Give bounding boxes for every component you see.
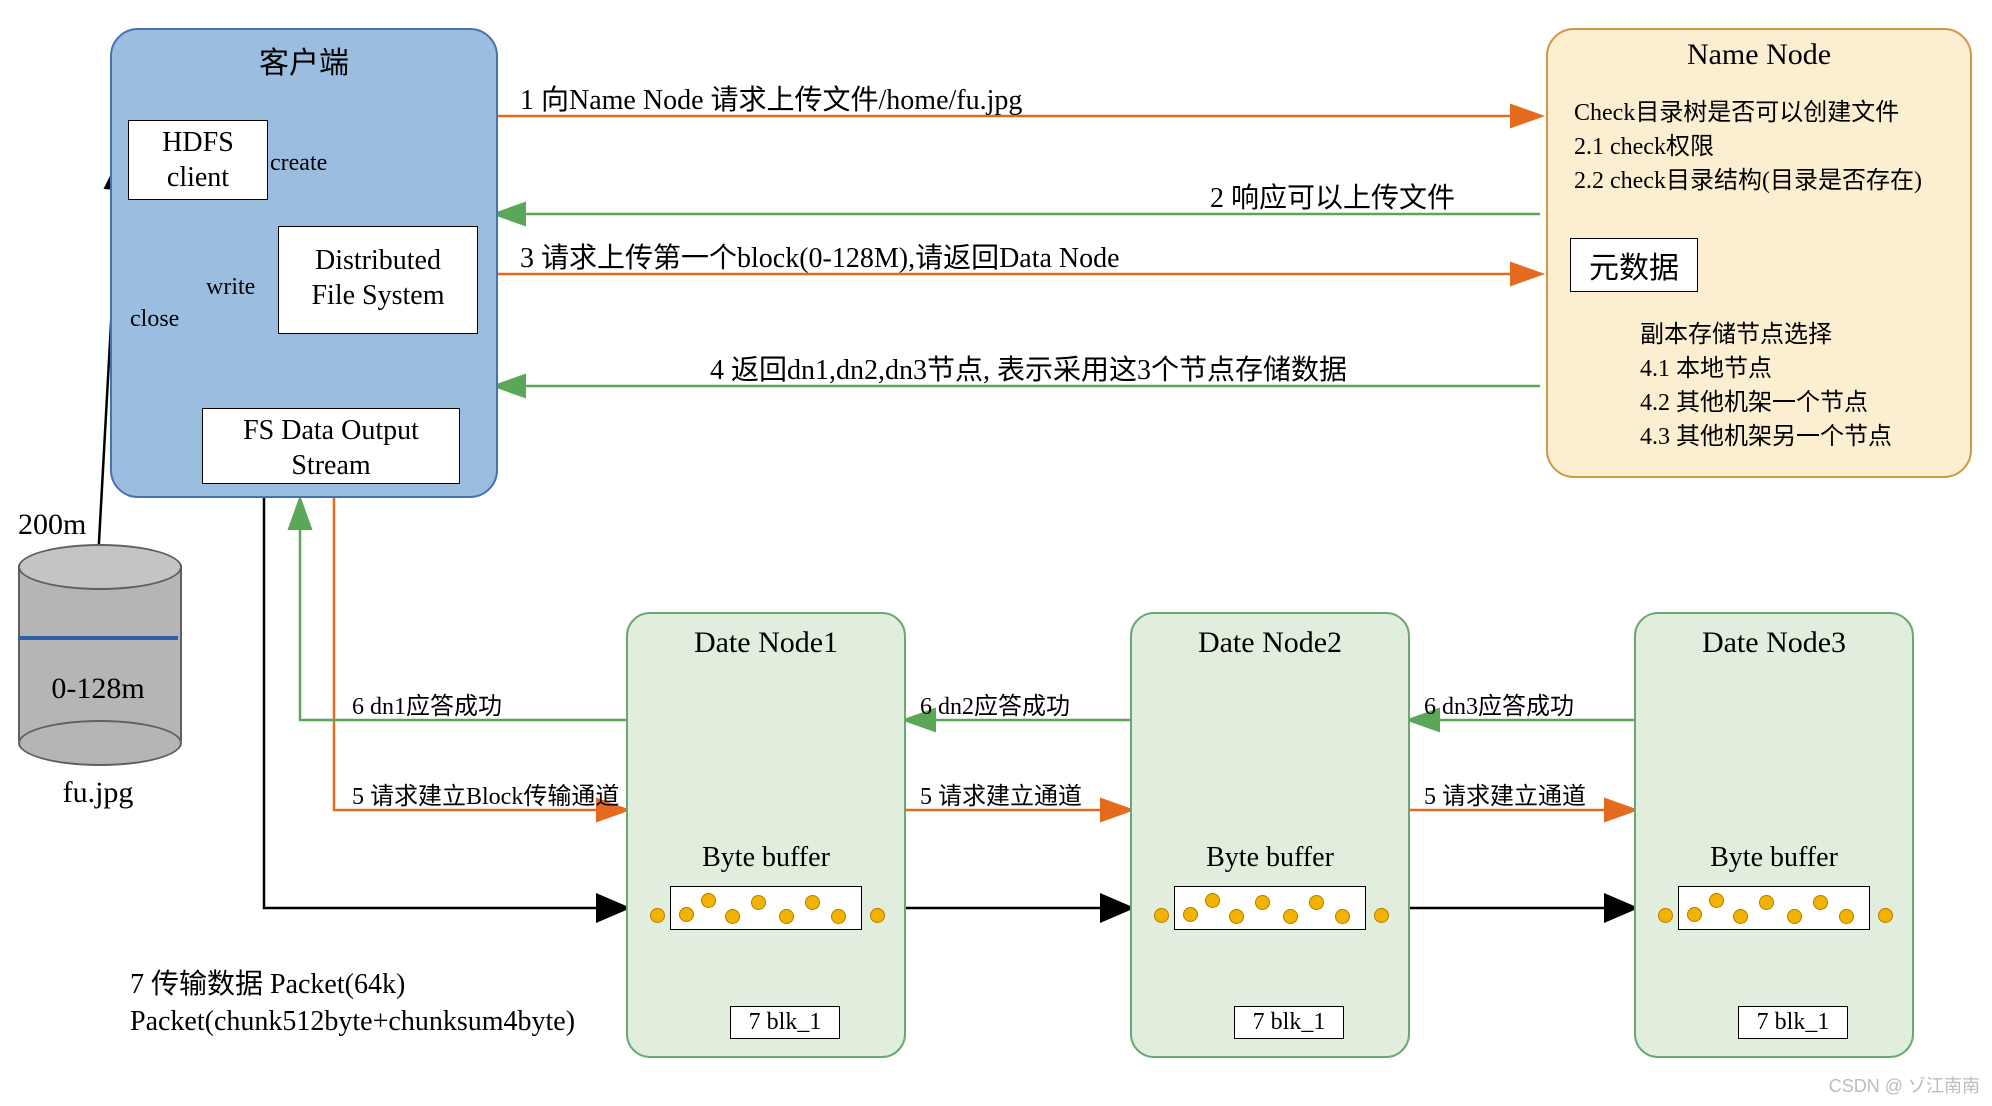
- dn3-title: Date Node3: [1634, 626, 1914, 660]
- step5-dn23-label: 5 请求建立通道: [1424, 776, 1586, 811]
- step2-label: 2 响应可以上传文件: [1210, 176, 1455, 216]
- name-node-title: Name Node: [1546, 38, 1972, 72]
- dfs-box: Distributed File System: [278, 226, 478, 334]
- dn3-blk: 7 blk_1: [1738, 1006, 1848, 1039]
- label-create: create: [270, 150, 327, 177]
- dn3-buffer-box: [1678, 886, 1870, 930]
- dn2-buffer-box: [1174, 886, 1366, 930]
- dn2-title: Date Node2: [1130, 626, 1410, 660]
- cylinder-body: [18, 565, 182, 741]
- nn-check-2: 2.2 check目录结构(目录是否存在): [1574, 160, 1922, 195]
- dn2-panel: [1130, 612, 1410, 1058]
- cylinder-range: 0-128m: [18, 672, 178, 706]
- step6-1-label: 6 dn1应答成功: [352, 686, 502, 721]
- step6-2-label: 6 dn2应答成功: [920, 686, 1070, 721]
- dn1-buffer-box: [670, 886, 862, 930]
- cylinder-size: 200m: [18, 508, 86, 542]
- nn-check-1: 2.1 check权限: [1574, 126, 1714, 161]
- step3-label: 3 请求上传第一个block(0-128M),请返回Data Node: [520, 236, 1120, 276]
- step7-sub: Packet(chunk512byte+chunksum4byte): [130, 1006, 575, 1038]
- step6-3-label: 6 dn3应答成功: [1424, 686, 1574, 721]
- cylinder-name: fu.jpg: [18, 776, 178, 810]
- hdfs-client-box: HDFS client: [128, 120, 268, 200]
- dn2-blk: 7 blk_1: [1234, 1006, 1344, 1039]
- watermark: CSDN @ ゾ江南南: [1829, 1072, 1980, 1098]
- dn3-panel: [1634, 612, 1914, 1058]
- nn-replica-3: 4.3 其他机架另一个节点: [1640, 416, 1892, 451]
- nn-replica-title: 副本存储节点选择: [1640, 314, 1832, 349]
- nn-replica-2: 4.2 其他机架一个节点: [1640, 382, 1868, 417]
- cylinder-bottom: [18, 720, 182, 766]
- cylinder-sep: [18, 636, 178, 640]
- dn1-panel: [626, 612, 906, 1058]
- dn1-blk: 7 blk_1: [730, 1006, 840, 1039]
- dn2-buffer-label: Byte buffer: [1130, 842, 1410, 874]
- label-write: write: [206, 274, 255, 301]
- cylinder-top: [18, 544, 182, 590]
- nn-replica-1: 4.1 本地节点: [1640, 348, 1772, 383]
- client-title: 客户端: [110, 38, 498, 82]
- stream-box: FS Data Output Stream: [202, 408, 460, 484]
- step5-client-label: 5 请求建立Block传输通道: [352, 776, 619, 811]
- step4-label: 4 返回dn1,dn2,dn3节点, 表示采用这3个节点存储数据: [710, 348, 1347, 388]
- step5-dn12-label: 5 请求建立通道: [920, 776, 1082, 811]
- dn3-buffer-label: Byte buffer: [1634, 842, 1914, 874]
- dn1-title: Date Node1: [626, 626, 906, 660]
- step1-label: 1 向Name Node 请求上传文件/home/fu.jpg: [520, 78, 1022, 118]
- nn-meta: 元数据: [1570, 238, 1698, 292]
- step7-title: 7 传输数据 Packet(64k): [130, 962, 405, 1002]
- label-close: close: [130, 306, 179, 333]
- nn-check-main: Check目录树是否可以创建文件: [1574, 92, 1899, 127]
- dn1-buffer-label: Byte buffer: [626, 842, 906, 874]
